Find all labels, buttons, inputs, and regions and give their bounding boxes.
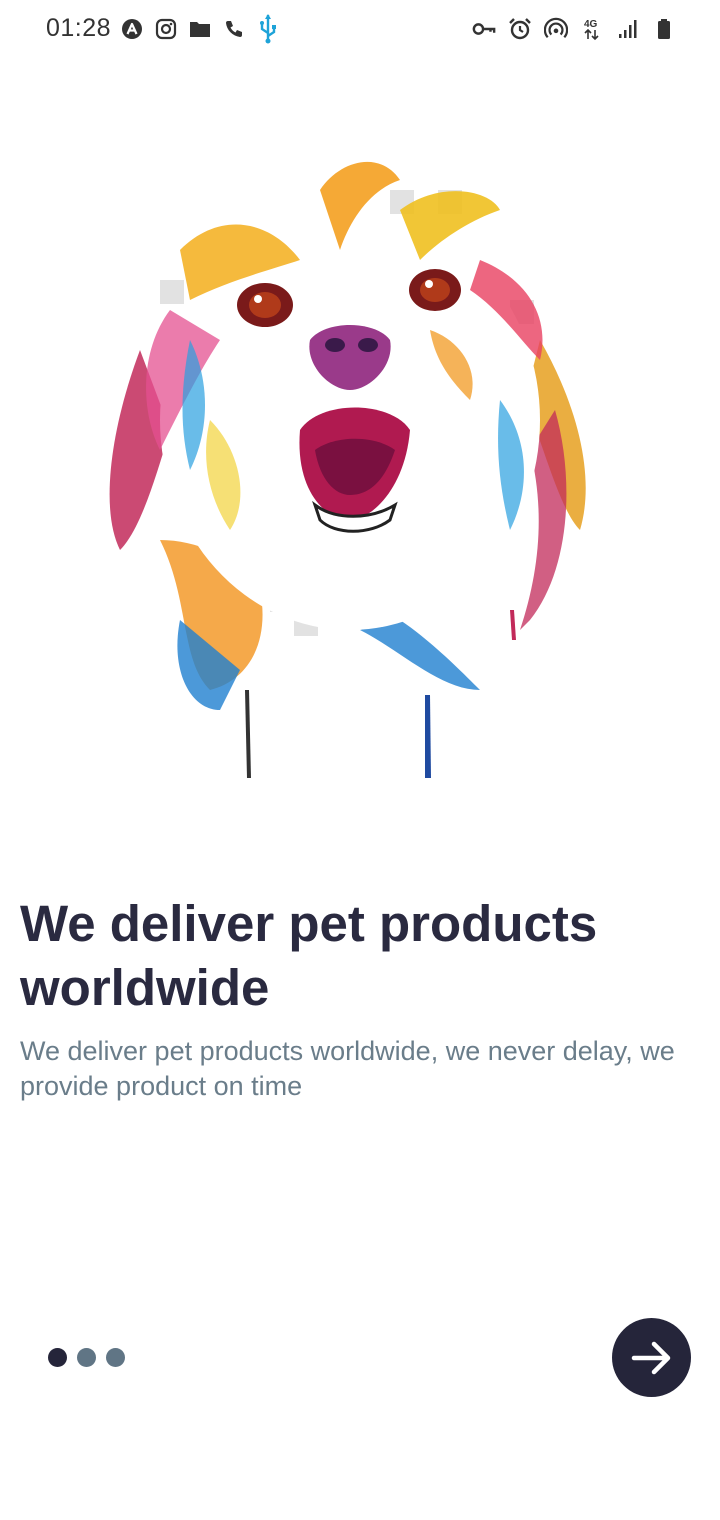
- status-bar: 01:28 4G: [0, 0, 720, 62]
- page-indicator: [48, 1348, 125, 1367]
- battery-icon: [652, 16, 676, 42]
- folder-icon: [188, 16, 212, 42]
- phone-icon: [222, 16, 246, 42]
- network-4g-icon: 4G: [580, 16, 604, 42]
- page-dot-2[interactable]: [77, 1348, 96, 1367]
- onboarding-description: We deliver pet products worldwide, we ne…: [20, 1036, 675, 1101]
- hotspot-icon: [544, 16, 568, 42]
- alarm-icon: [508, 16, 532, 42]
- instagram-icon: [154, 16, 178, 42]
- page-dot-3[interactable]: [106, 1348, 125, 1367]
- onboarding-title: We deliver pet products worldwide: [20, 895, 598, 1016]
- hero-dog-illustration: [100, 150, 600, 780]
- next-button[interactable]: [612, 1318, 691, 1397]
- svg-text:4G: 4G: [584, 19, 598, 30]
- status-left-icons: [120, 14, 280, 44]
- signal-icon: [616, 16, 640, 42]
- status-time: 01:28: [46, 14, 112, 42]
- status-right-icons: 4G: [472, 16, 676, 42]
- app-a-icon: [120, 16, 144, 42]
- vpn-key-icon: [472, 16, 496, 42]
- usb-icon: [256, 14, 280, 44]
- arrow-right-icon: [631, 1341, 670, 1374]
- page-dot-1[interactable]: [48, 1348, 67, 1367]
